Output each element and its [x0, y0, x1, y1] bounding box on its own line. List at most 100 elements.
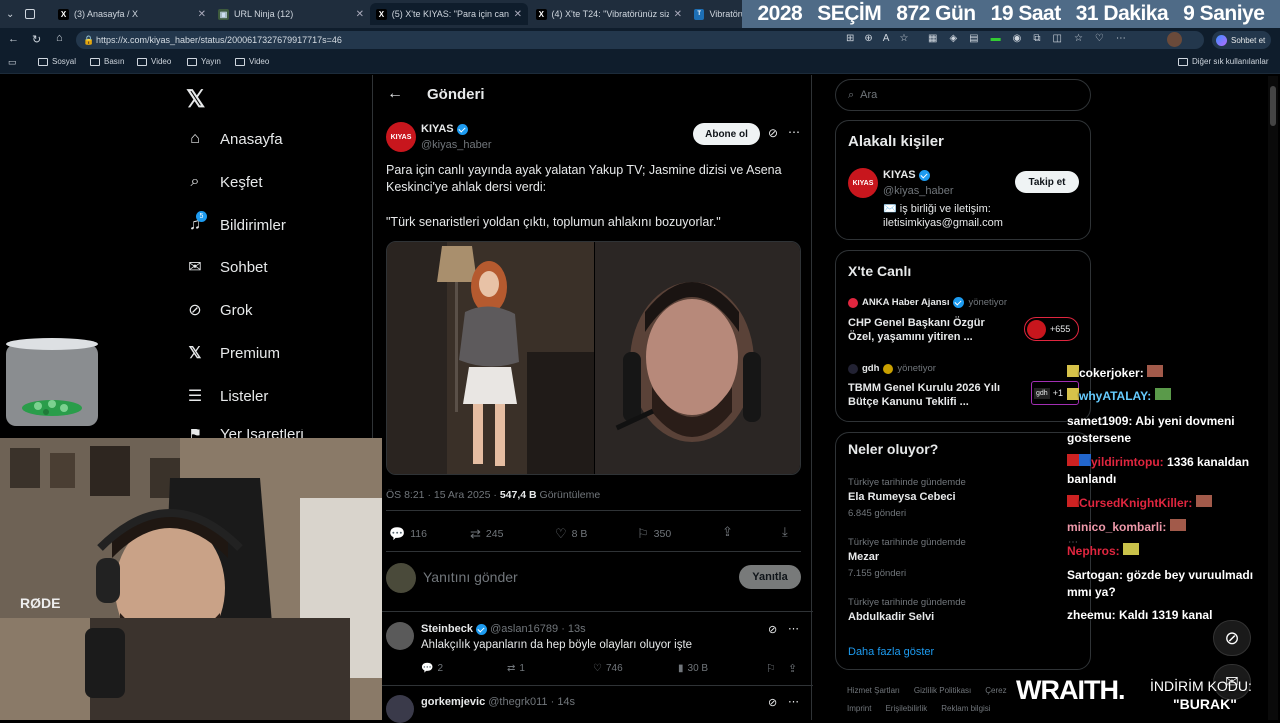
post-media[interactable]: [386, 241, 801, 475]
favorite-star-icon[interactable]: ☆: [899, 33, 908, 44]
like-action[interactable]: ♡ 8 B: [555, 526, 587, 542]
trend-item[interactable]: Abdulkadir Selvi: [848, 611, 934, 623]
tab-2[interactable]: ▣ URL Ninja (12) ✕: [212, 3, 370, 25]
extension-icon[interactable]: ◈: [949, 33, 957, 44]
footer-link[interactable]: Gizlilik Politikası: [914, 686, 971, 695]
download-icon[interactable]: ⤓: [782, 524, 788, 540]
zoom-icon[interactable]: ⊕: [864, 33, 872, 44]
search-input[interactable]: Ara: [860, 89, 877, 101]
bookmark-video-2[interactable]: Video: [235, 57, 269, 66]
grok-explain-icon[interactable]: ⊘: [768, 126, 778, 140]
bookmark-sosyal[interactable]: Sosyal: [38, 57, 76, 66]
footer-link[interactable]: Erişilebilirlik: [885, 704, 927, 713]
more-options-icon[interactable]: ⋯: [788, 125, 800, 139]
tab-5[interactable]: T Vibratörü: [688, 3, 744, 25]
share-icon[interactable]: ⇪: [788, 662, 797, 675]
live-title[interactable]: TBMM Genel Kurulu 2026 Yılı Bütçe Kanunu…: [848, 381, 1008, 409]
other-bookmarks[interactable]: Diğer sık kullanılanlar: [1178, 57, 1268, 66]
bookmark-action[interactable]: ⚐ 350: [637, 526, 671, 542]
follow-button[interactable]: Takip et: [1015, 171, 1079, 193]
back-icon[interactable]: ←: [8, 33, 19, 45]
nav-explore[interactable]: ⌕ Keşfet: [186, 173, 263, 191]
scrollbar-thumb[interactable]: [1270, 86, 1276, 126]
reply-author[interactable]: gorkemjevic: [421, 696, 485, 708]
copilot-chat-button[interactable]: Sohbet et: [1212, 31, 1272, 49]
favorites-icon[interactable]: ☆: [1074, 33, 1083, 44]
lock-icon[interactable]: 🔒: [83, 31, 94, 49]
author-handle[interactable]: @kiyas_haber: [421, 139, 491, 151]
close-icon[interactable]: ✕: [514, 9, 522, 20]
reply-action[interactable]: 💬 116: [389, 526, 427, 542]
reload-icon[interactable]: ↻: [32, 33, 41, 46]
author-avatar[interactable]: KIYAS: [386, 122, 416, 152]
footer-link[interactable]: Çerez: [985, 686, 1006, 695]
reply-handle[interactable]: @aslan16789 · 13s: [490, 623, 586, 635]
nav-grok[interactable]: ⊘ Grok: [186, 301, 252, 320]
read-aloud-icon[interactable]: A: [883, 33, 890, 44]
apps-icon[interactable]: ⊞: [846, 33, 854, 44]
live-host[interactable]: ANKA Haber Ajansı yönetiyor: [848, 297, 1007, 308]
nav-messages[interactable]: ✉ Sohbet: [186, 258, 267, 277]
reply-author[interactable]: Steinbeck: [421, 623, 473, 635]
reply-handle[interactable]: @thegrk011 · 14s: [488, 696, 575, 708]
reply-avatar[interactable]: [386, 622, 414, 650]
split-screen-icon[interactable]: ◫: [1052, 33, 1061, 44]
tab-1[interactable]: X (3) Anasayfa / X ✕: [52, 3, 212, 25]
more-icon[interactable]: ⋯: [1116, 33, 1126, 44]
more-options-icon[interactable]: ⋯: [788, 695, 799, 708]
nav-notifications[interactable]: ♫ 5 Bildirimler: [186, 211, 286, 234]
x-logo-icon[interactable]: 𝕏: [186, 85, 205, 114]
extension-icon[interactable]: ▦: [928, 33, 937, 44]
nav-home[interactable]: ⌂ Anasayfa: [186, 130, 282, 148]
extension-icon[interactable]: ▤: [969, 33, 978, 44]
grok-explain-icon[interactable]: ⊘: [768, 696, 777, 709]
reply-repost-action[interactable]: ⇄ 1: [507, 663, 525, 674]
related-avatar[interactable]: KIYAS: [848, 168, 878, 198]
footer-link[interactable]: Hizmet Şartları: [847, 686, 900, 695]
footer-link[interactable]: Reklam bilgisi: [941, 704, 990, 713]
live-host[interactable]: gdh yönetiyor: [848, 363, 936, 374]
tab-menu[interactable]: ⌄: [0, 3, 48, 25]
reply-reply-action[interactable]: 💬 2: [421, 663, 443, 674]
sidebar-toggle-icon[interactable]: ▭: [8, 57, 17, 68]
collections-icon[interactable]: ♡: [1095, 33, 1104, 44]
bookmark-basin[interactable]: Basın: [90, 57, 124, 66]
bookmark-icon[interactable]: ⚐: [766, 662, 776, 675]
extensions-puzzle-icon[interactable]: ⧉: [1033, 33, 1040, 44]
trend-item[interactable]: Ela Rumeysa Cebeci: [848, 491, 956, 503]
close-icon[interactable]: ✕: [674, 9, 682, 20]
back-arrow-icon[interactable]: ←: [387, 85, 403, 103]
close-icon[interactable]: ✕: [198, 9, 206, 20]
nav-premium[interactable]: 𝕏 Premium: [186, 344, 280, 363]
page-scrollbar[interactable]: [1268, 76, 1278, 720]
tab-3-active[interactable]: X (5) X'te KIYAS: "Para için canlı yayın…: [370, 3, 528, 25]
author-name[interactable]: KIYAS: [421, 123, 468, 135]
related-name[interactable]: KIYAS: [883, 169, 930, 181]
post-timestamp[interactable]: ÖS 8:21 · 15 Ara 2025 ·: [386, 489, 497, 501]
related-handle[interactable]: @kiyas_haber: [883, 185, 953, 197]
workspaces-icon[interactable]: [25, 9, 36, 19]
chevron-down-icon[interactable]: ⌄: [6, 9, 14, 20]
bookmark-yayin[interactable]: Yayın: [187, 57, 221, 66]
bookmark-video[interactable]: Video: [137, 57, 171, 66]
grok-explain-icon[interactable]: ⊘: [768, 623, 777, 636]
footer-link[interactable]: Imprint: [847, 704, 871, 713]
trend-item[interactable]: Mezar: [848, 551, 879, 563]
grok-floating-icon[interactable]: ⊘: [1213, 620, 1251, 656]
subscribe-button[interactable]: Abone ol: [693, 123, 760, 145]
my-avatar[interactable]: [386, 563, 416, 593]
more-options-icon[interactable]: ⋯: [788, 622, 799, 635]
search-box[interactable]: ⌕ Ara: [835, 79, 1091, 111]
post-image[interactable]: [387, 242, 801, 475]
show-more-link[interactable]: Daha fazla göster: [848, 646, 934, 658]
repost-action[interactable]: ⇄ 245: [470, 526, 503, 542]
live-title[interactable]: CHP Genel Başkanı Özgür Özel, yaşamını y…: [848, 316, 1008, 344]
reply-input[interactable]: Yanıtını gönder: [423, 569, 518, 585]
nav-lists[interactable]: ☰ Listeler: [186, 387, 269, 406]
reply-like-action[interactable]: ♡ 746: [593, 663, 623, 674]
home-icon[interactable]: ⌂: [56, 32, 63, 44]
extension-icon[interactable]: ▬: [991, 33, 1001, 44]
extension-icon[interactable]: ◉: [1013, 33, 1022, 44]
close-icon[interactable]: ✕: [356, 9, 364, 20]
reply-avatar[interactable]: [386, 695, 414, 723]
